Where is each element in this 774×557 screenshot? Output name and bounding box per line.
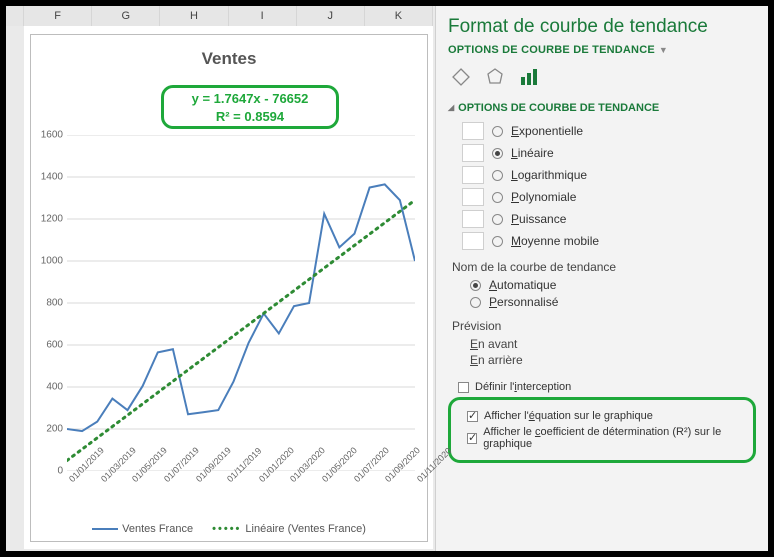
show-equation-label: Afficher l'équation sur le graphique [484, 410, 653, 422]
y-tick: 1200 [41, 214, 63, 225]
trend-type-exp[interactable]: Exponentielle [462, 122, 756, 140]
forecast-backward[interactable]: En arrière [470, 353, 756, 367]
trend-label-pow: Puissance [511, 212, 566, 226]
checkbox-show-equation[interactable] [467, 411, 478, 422]
trend-icon-pow [462, 210, 484, 228]
name-auto-row[interactable]: Automatique [470, 278, 756, 292]
legend-series-label: Ventes France [122, 523, 193, 535]
column-header-F[interactable]: F [24, 6, 92, 26]
trend-icon-poly [462, 188, 484, 206]
radio-mavg[interactable] [492, 236, 503, 247]
radio-custom[interactable] [470, 297, 481, 308]
set-intercept-row[interactable]: Définir l'interception [458, 381, 756, 393]
select-all-corner[interactable] [6, 6, 24, 26]
section-trendline-options[interactable]: OPTIONS DE COURBE DE TENDANCE [448, 102, 756, 114]
y-tick: 1400 [41, 172, 63, 183]
trend-type-pow[interactable]: Puissance [462, 210, 756, 228]
fill-line-tab-icon[interactable] [450, 66, 472, 88]
y-tick: 1600 [41, 130, 63, 141]
equation-text: y = 1.7647x - 76652 [164, 90, 336, 108]
name-auto-label: Automatique [489, 278, 556, 292]
trend-label-mavg: Moyenne mobile [511, 234, 599, 248]
y-tick: 600 [46, 340, 63, 351]
radio-lin[interactable] [492, 148, 503, 159]
trend-type-lin[interactable]: Linéaire [462, 144, 756, 162]
y-tick: 1000 [41, 256, 63, 267]
y-tick: 200 [46, 424, 63, 435]
y-tick: 400 [46, 382, 63, 393]
radio-auto[interactable] [470, 280, 481, 291]
pane-title: Format de courbe de tendance [448, 16, 756, 38]
column-header-J[interactable]: J [297, 6, 365, 26]
format-trendline-pane: Format de courbe de tendance OPTIONS DE … [436, 6, 768, 551]
name-custom-label: Personnalisé [489, 295, 558, 309]
chart-legend[interactable]: Ventes France ••••• Linéaire (Ventes Fran… [31, 523, 427, 535]
trend-icon-exp [462, 122, 484, 140]
radio-poly[interactable] [492, 192, 503, 203]
column-header-K[interactable]: K [365, 6, 433, 26]
effects-tab-icon[interactable] [484, 66, 506, 88]
column-header-G[interactable]: G [92, 6, 160, 26]
column-header-H[interactable]: H [160, 6, 228, 26]
highlighted-display-options: Afficher l'équation sur le graphique Aff… [448, 397, 756, 463]
show-equation-row[interactable]: Afficher l'équation sur le graphique [467, 410, 747, 422]
checkbox-intercept[interactable] [458, 382, 469, 393]
show-r2-label: Afficher le coefficient de détermination… [483, 426, 747, 450]
trend-label-exp: Exponentielle [511, 124, 583, 138]
y-tick: 0 [57, 466, 63, 477]
radio-log[interactable] [492, 170, 503, 181]
chart-title[interactable]: Ventes [31, 35, 427, 73]
trend-type-poly[interactable]: Polynomiale [462, 188, 756, 206]
radio-pow[interactable] [492, 214, 503, 225]
chart-object[interactable]: Ventes y = 1.7647x - 76652 R² = 0.8594 0… [30, 34, 428, 542]
legend-trend-label: Linéaire (Ventes France) [245, 523, 365, 535]
pane-subtitle-dropdown[interactable]: OPTIONS DE COURBE DE TENDANCE▼ [448, 44, 756, 56]
intercept-label: Définir l'interception [475, 381, 571, 393]
trend-icon-log [462, 166, 484, 184]
column-header-I[interactable]: I [229, 6, 297, 26]
name-custom-row[interactable]: Personnalisé [470, 295, 756, 309]
trendline-name-label: Nom de la courbe de tendance [452, 260, 756, 274]
trend-icon-lin [462, 144, 484, 162]
trend-label-lin: Linéaire [511, 146, 554, 160]
checkbox-show-r2[interactable] [467, 433, 477, 444]
r2-text: R² = 0.8594 [164, 108, 336, 126]
trend-type-log[interactable]: Logarithmique [462, 166, 756, 184]
trend-label-poly: Polynomiale [511, 190, 576, 204]
trend-type-mavg[interactable]: Moyenne mobile [462, 232, 756, 250]
plot-area[interactable]: 02004006008001000120014001600 01/01/2019… [67, 135, 415, 471]
legend-swatch-dots: ••••• [212, 523, 241, 535]
trend-icon-mavg [462, 232, 484, 250]
trend-label-log: Logarithmique [511, 168, 587, 182]
y-tick: 800 [46, 298, 63, 309]
legend-swatch-line [92, 528, 118, 530]
trendline-options-tab-icon[interactable] [518, 66, 540, 88]
show-r2-row[interactable]: Afficher le coefficient de détermination… [467, 426, 747, 450]
forecast-forward[interactable]: En avant [470, 337, 756, 351]
forecast-label: Prévision [452, 319, 756, 333]
trendline-label[interactable]: y = 1.7647x - 76652 R² = 0.8594 [161, 85, 339, 129]
radio-exp[interactable] [492, 126, 503, 137]
